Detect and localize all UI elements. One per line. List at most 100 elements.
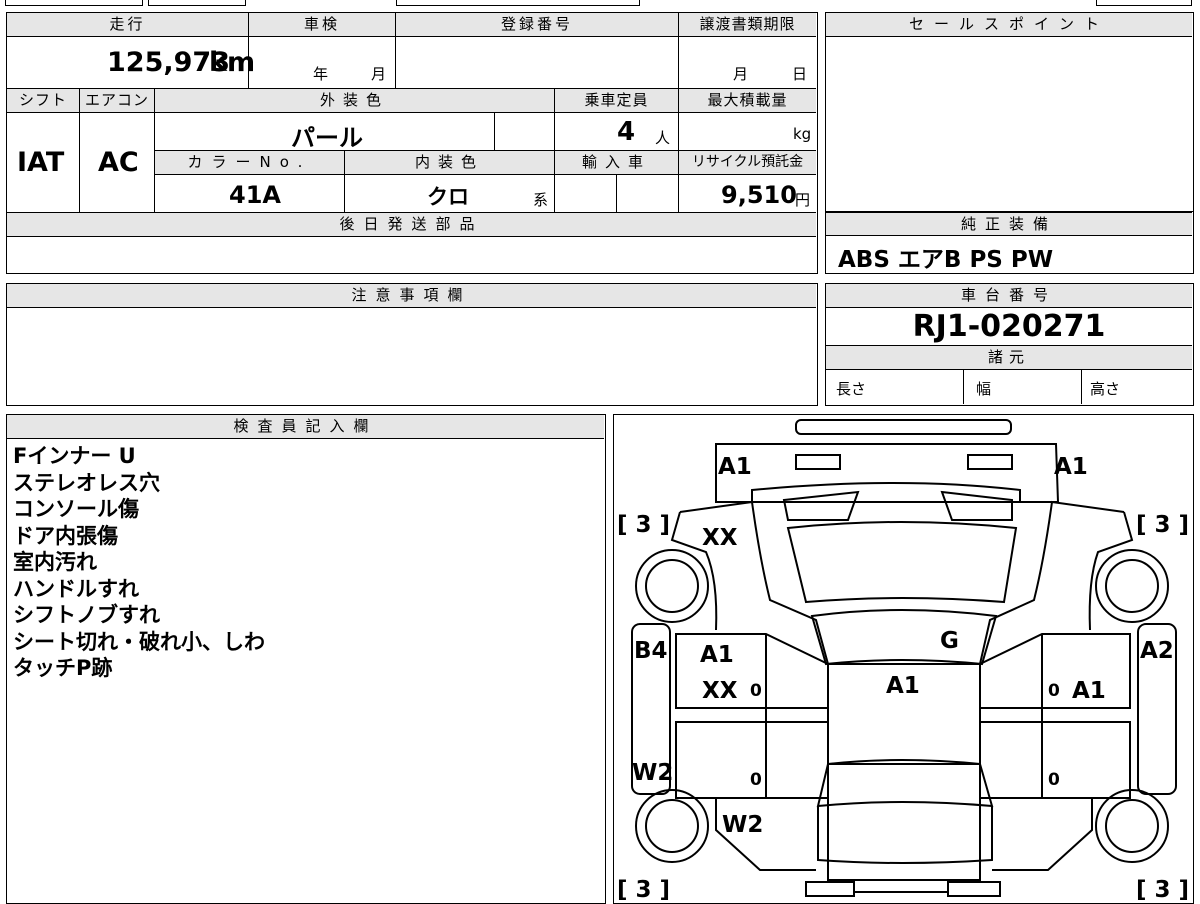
max-load-cell: kg: [679, 113, 816, 151]
chassis-value: RJ1-020271: [826, 308, 1192, 346]
registration-label: 登録番号: [396, 13, 679, 37]
spec-height-cell: 高さ: [1082, 370, 1192, 404]
windshield: [786, 520, 1017, 603]
mark-floor-center: A1: [886, 673, 920, 699]
recycle-label: リサイクル預託金: [679, 151, 816, 175]
mark-glass: G: [940, 628, 959, 654]
rear-bumper-left: [804, 880, 855, 897]
spec-width-label: 幅: [976, 380, 992, 398]
rear-window: [816, 758, 993, 807]
inspection-label: 車検: [249, 13, 396, 37]
rear-bumper-right: [946, 880, 1001, 897]
inspector-notes-list: Fインナー U ステレオレス穴 コンソール傷 ドア内張傷 室内汚れ ハンドルすれ…: [13, 443, 593, 682]
inspection-cell: 年 月: [249, 37, 396, 89]
mark-door-front-right: A1: [1072, 678, 1106, 704]
capacity-unit: 人: [655, 129, 671, 147]
top-strip: [0, 0, 1200, 6]
import-cell-a: [555, 175, 617, 213]
mark-zero-1: 0: [750, 681, 762, 701]
inspector-note-line: コンソール傷: [13, 497, 139, 521]
chassis-box: 車台番号 RJ1-020271 諸元 長さ 幅 高さ: [825, 283, 1194, 406]
mark-dash-left: XX: [702, 525, 738, 551]
vehicle-info-table: 走行 車検 登録番号 譲渡書類期限 125,973 km 年 月 月 日 シフト…: [6, 12, 818, 274]
car-diagram: A1 A1 [ 3 ] [ 3 ] [ 3 ] [ 3 ] XX B4 A2 A…: [617, 418, 1189, 903]
inspection-month: 月: [371, 65, 387, 83]
mark-zero-4: 0: [1048, 770, 1060, 790]
transfer-cell: 月 日: [679, 37, 816, 89]
front-bumper: [794, 418, 1012, 435]
capacity-label: 乗車定員: [555, 89, 679, 113]
headlight-left: [794, 453, 841, 470]
max-load-unit: kg: [793, 125, 812, 143]
inspector-note-line: ハンドルすれ: [13, 576, 139, 601]
inspector-note-line: ステレオレス穴: [13, 470, 160, 495]
spec-height-label: 高さ: [1090, 380, 1121, 398]
mark-door-front-left-2: XX: [702, 678, 738, 704]
max-load-label: 最大積載量: [679, 89, 816, 113]
inspector-box: 検査員記入欄 Fインナー U ステレオレス穴 コンソール傷 ドア内張傷 室内汚れ…: [6, 414, 606, 904]
sales-point-label: セールスポイント: [826, 13, 1192, 37]
exterior-color-extra: [495, 113, 555, 151]
car-diagram-box: A1 A1 [ 3 ] [ 3 ] [ 3 ] [ 3 ] XX B4 A2 A…: [613, 414, 1194, 904]
transfer-deadline-label: 譲渡書類期限: [679, 13, 816, 37]
inspector-note-line: タッチP跡: [13, 656, 113, 680]
inspector-note-line: 室内汚れ: [13, 550, 97, 574]
interior-color-label: 内装色: [345, 151, 555, 175]
color-no-value: 41A: [229, 181, 281, 209]
genuine-equipment-box: 純正装備 ABS エアB PS PW: [825, 212, 1194, 274]
recycle-unit: 円: [795, 191, 811, 209]
mark-seat-front-right: A1: [1054, 454, 1088, 480]
color-no-cell: 41A: [155, 175, 345, 213]
notes-label: 注意事項欄: [7, 284, 816, 308]
interior-color-suffix: 系: [533, 191, 549, 209]
mileage-cell: 125,973 km: [7, 37, 255, 89]
mark-door-front-left-1: A1: [700, 642, 734, 668]
rear-fender-right: [991, 796, 1130, 871]
later-parts-body: [7, 237, 816, 272]
mark-left-lower: W2: [632, 760, 673, 786]
mark-seat-front-left: A1: [718, 454, 752, 480]
sales-point-box: セールスポイント: [825, 12, 1194, 212]
mark-bracket-front-right: [ 3 ]: [1136, 512, 1189, 538]
interior-color-value: クロ: [427, 185, 469, 209]
aircon-value: AC: [98, 147, 139, 178]
rear-deck: [816, 805, 993, 864]
recycle-value: 9,510: [721, 181, 797, 209]
exterior-color-cell: パール: [155, 113, 495, 152]
registration-cell: [396, 37, 679, 89]
aircon-cell: AC: [80, 113, 155, 213]
inspector-note-line: Fインナー U: [13, 444, 136, 468]
wiper-right: [940, 490, 1013, 521]
mark-pillar-left: B4: [634, 638, 668, 664]
headlight-right: [966, 453, 1013, 470]
hood-outline: [714, 442, 1059, 503]
chassis-label: 車台番号: [826, 284, 1192, 308]
mark-bracket-rear-left: [ 3 ]: [617, 877, 670, 903]
mark-zero-3: 0: [750, 770, 762, 790]
exterior-color-value: パール: [291, 124, 363, 152]
mark-bracket-rear-right: [ 3 ]: [1136, 877, 1189, 903]
shift-value: IAT: [17, 147, 65, 178]
aircon-label: エアコン: [80, 89, 155, 113]
genuine-equipment-value: ABS エアB PS PW: [838, 247, 1054, 273]
inspector-note-line: シフトノブすれ: [13, 603, 160, 627]
inspection-year: 年: [313, 65, 329, 83]
capacity-cell: 4 人: [555, 113, 679, 151]
import-label: 輸入車: [555, 151, 679, 175]
genuine-equipment-label: 純正装備: [826, 212, 1192, 236]
capacity-value: 4: [617, 117, 636, 147]
exterior-color-label: 外装色: [155, 89, 555, 113]
shift-label: シフト: [7, 89, 80, 113]
mark-bracket-front-left: [ 3 ]: [617, 512, 670, 538]
mark-zero-2: 0: [1048, 681, 1060, 701]
specs-label: 諸元: [826, 346, 1192, 370]
wiper-left: [782, 490, 859, 521]
spec-length-cell: 長さ: [826, 370, 964, 404]
shift-cell: IAT: [7, 113, 80, 213]
inspector-note-line: シート切れ・破れ小、しわ: [13, 629, 265, 654]
transfer-month: 月: [733, 65, 749, 83]
spec-width-cell: 幅: [964, 370, 1082, 404]
later-parts-label: 後日発送部品: [7, 213, 816, 237]
mileage-label: 走行: [7, 13, 249, 37]
inspector-note-line: ドア内張傷: [13, 523, 118, 548]
